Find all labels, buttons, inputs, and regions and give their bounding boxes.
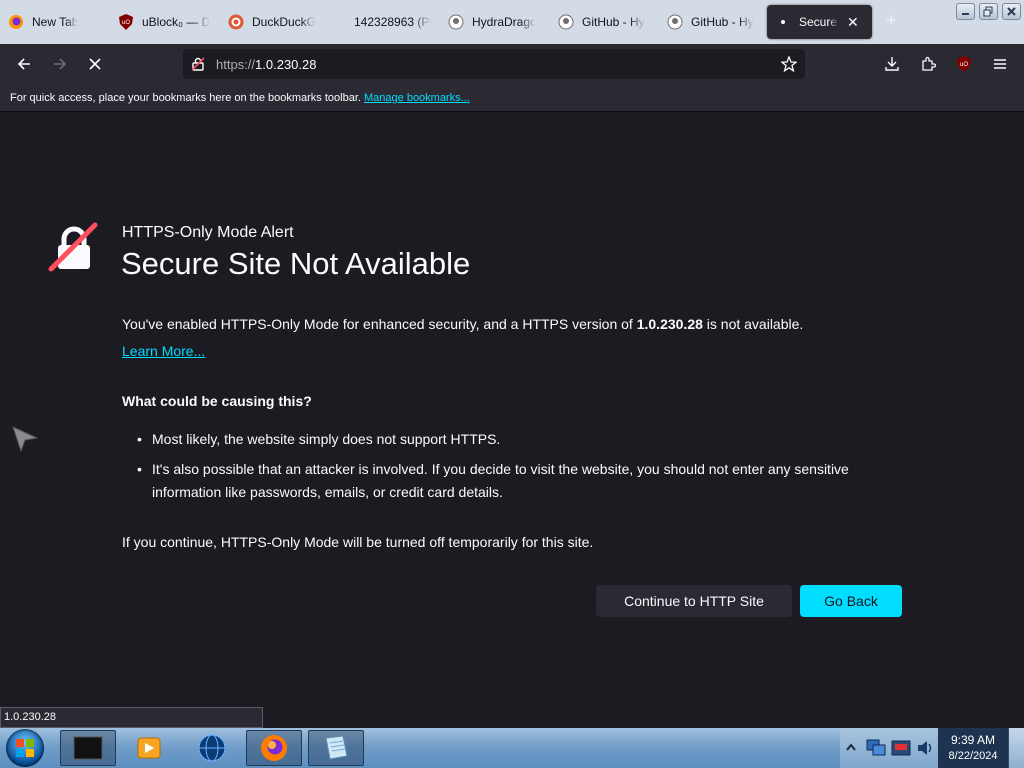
media-player-icon [137,737,161,759]
url-host: 1.0.230.28 [255,57,317,72]
tab-github-2[interactable]: GitHub - Hy [659,5,767,39]
new-tab-button[interactable]: + [886,10,897,31]
svg-text:uO: uO [960,62,968,68]
github-icon [448,14,464,30]
minimize-button[interactable] [956,3,975,20]
blank-page-icon [338,14,354,30]
show-desktop-button[interactable] [1008,728,1024,768]
restore-button[interactable] [979,3,998,20]
downloads-button[interactable] [880,52,904,76]
system-tray [840,728,938,768]
forward-button[interactable] [48,52,72,76]
tab-new-tab[interactable]: New Tab [0,5,110,39]
notepad-icon [325,735,348,760]
tab-duckduckgo[interactable]: DuckDuckG [220,5,328,39]
tab-ublock[interactable]: uO uBlock₀ — D [110,5,219,39]
tab-png[interactable]: 142328963 (PNG [330,5,438,39]
network-icon[interactable] [865,738,887,758]
navigation-toolbar: https://1.0.230.28 uO [0,44,1024,84]
taskbar-app-globe[interactable] [184,730,240,766]
causes-list: Most likely, the website simply does not… [122,428,912,511]
stop-button[interactable] [83,52,107,76]
go-back-button[interactable]: Go Back [800,585,902,617]
learn-more-link[interactable]: Learn More... [122,343,205,359]
description-suffix: is not available. [702,316,804,332]
ublock-icon: uO [957,56,971,72]
windows-logo-icon [16,739,34,757]
start-button[interactable] [6,729,44,767]
page-title: Secure Site Not Available [121,246,471,281]
taskbar-app-media-player[interactable] [121,730,177,766]
insecure-lock-icon[interactable] [192,57,204,71]
status-bar: 1.0.230.28 [0,707,263,728]
github-icon [667,14,683,30]
loading-icon [775,14,791,30]
back-button[interactable] [12,52,36,76]
ublock-icon: uO [118,14,134,30]
firefox-icon [8,14,24,30]
continue-to-http-button[interactable]: Continue to HTTP Site [596,585,792,617]
globe-icon [198,734,226,762]
taskbar-app-terminal[interactable] [60,730,116,766]
black-window-icon [73,736,103,760]
github-icon [558,14,574,30]
url-bar[interactable]: https://1.0.230.28 [183,49,805,79]
forward-arrow-icon [54,58,67,70]
puzzle-icon [922,56,936,71]
url-text[interactable]: https://1.0.230.28 [216,57,316,72]
tab-strip: New Tab uO uBlock₀ — D DuckDuckG 1423289… [0,0,1024,44]
bookmarks-toolbar: For quick access, place your bookmarks h… [0,84,1024,112]
svg-text:uO: uO [122,20,130,26]
windows-taskbar: 9:39 AM 8/22/2024 [0,728,1024,768]
download-icon [885,57,899,71]
taskbar-app-firefox[interactable] [246,730,302,766]
description-text: You've enabled HTTPS-Only Mode for enhan… [122,316,637,332]
manage-bookmarks-link[interactable]: Manage bookmarks... [364,92,470,104]
duckduckgo-icon [228,14,244,30]
alert-subtitle: HTTPS-Only Mode Alert [122,224,294,241]
bookmark-star-icon[interactable] [781,56,797,72]
volume-icon[interactable] [916,738,934,758]
error-description: You've enabled HTTPS-Only Mode for enhan… [122,316,803,332]
firefox-icon [261,735,287,761]
taskbar-clock[interactable]: 9:39 AM 8/22/2024 [938,728,1008,768]
extensions-button[interactable] [916,52,940,76]
ublock-toolbar-button[interactable]: uO [952,52,976,76]
url-scheme: https:// [216,57,256,72]
tab-close-icon[interactable]: ✕ [847,14,859,31]
clock-date: 8/22/2024 [948,750,998,762]
continue-note: If you continue, HTTPS-Only Mode will be… [122,534,594,550]
page-bottom-area [263,706,1024,728]
hamburger-menu-icon [994,59,1006,69]
list-item: Most likely, the website simply does not… [122,428,912,451]
menu-button[interactable] [988,52,1012,76]
causes-heading: What could be causing this? [122,393,312,409]
taskbar-app-notepad[interactable] [308,730,364,766]
close-window-button[interactable] [1002,3,1021,20]
tab-github-1[interactable]: GitHub - Hy [550,5,658,39]
broken-lock-icon [48,222,98,272]
tab-hydradragon[interactable]: HydraDragc [440,5,548,39]
tab-secure-site[interactable]: Secure Sit ✕ [767,5,872,39]
https-only-error-page: HTTPS-Only Mode Alert Secure Site Not Av… [0,112,1024,706]
bookmarks-toolbar-message: For quick access, place your bookmarks h… [10,92,361,104]
show-hidden-icons-arrow[interactable] [845,740,857,756]
action-center-icon[interactable] [890,738,912,758]
clock-time: 9:39 AM [950,733,996,747]
stop-icon [89,58,101,70]
description-host: 1.0.230.28 [636,316,703,332]
back-arrow-icon [17,58,30,70]
mouse-pointer-icon [12,426,38,452]
list-item: It's also possible that an attacker is i… [122,458,912,504]
